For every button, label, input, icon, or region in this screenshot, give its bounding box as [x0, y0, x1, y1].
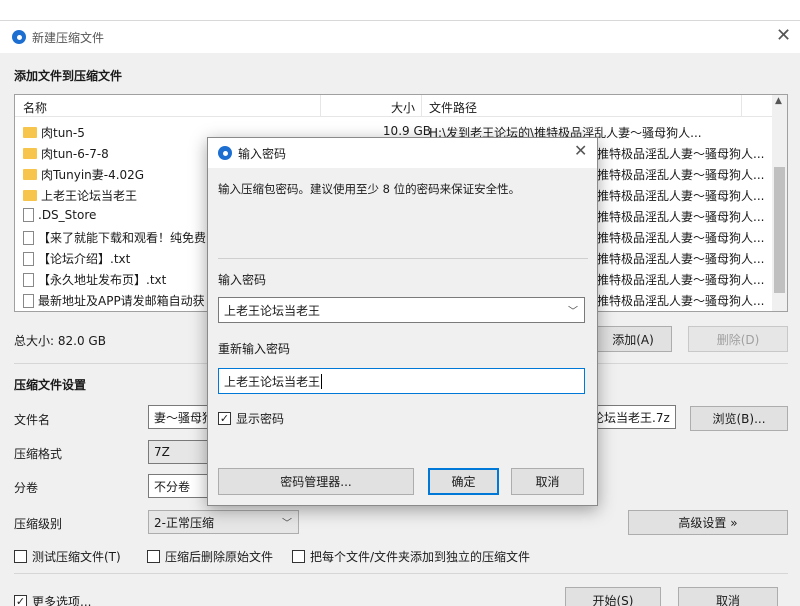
app-logo-icon: [12, 30, 26, 44]
column-size[interactable]: 大小: [391, 99, 415, 116]
dialog-description: 输入压缩包密码。建议使用至少 8 位的密码来保证安全性。: [218, 182, 521, 196]
column-path[interactable]: 文件路径: [429, 99, 477, 116]
file-list-header: 名称 大小 文件路径: [15, 95, 787, 117]
item-path: 推特极品淫乱人妻～骚母狗人...: [597, 189, 765, 203]
item-name: 肉tun-5: [41, 126, 85, 140]
close-icon[interactable]: ✕: [574, 141, 587, 160]
checkbox-box: [292, 550, 305, 563]
password-value: 上老王论坛当老王: [224, 303, 321, 318]
item-name: 【论坛介绍】.txt: [38, 252, 131, 266]
format-label: 压缩格式: [14, 447, 63, 461]
password-input[interactable]: 上老王论坛当老王 ﹀: [218, 297, 585, 323]
level-label: 压缩级别: [14, 517, 63, 531]
level-value: 2-正常压缩: [154, 515, 214, 530]
test-archive-checkbox[interactable]: 测试压缩文件(T): [14, 548, 121, 565]
column-divider: [421, 95, 422, 117]
scroll-up-icon[interactable]: ▲: [775, 96, 782, 106]
dialog-title: 输入密码: [238, 147, 287, 161]
split-label: 分卷: [14, 481, 39, 495]
split-select[interactable]: 不分卷: [148, 474, 208, 498]
title-bar: 新建压缩文件 ✕: [0, 21, 800, 53]
confirm-password-input[interactable]: 上老王论坛当老王: [218, 368, 585, 394]
item-path: 推特极品淫乱人妻～骚母狗人...: [597, 294, 765, 308]
checkbox-label: 测试压缩文件(T): [32, 550, 121, 564]
chevron-down-icon[interactable]: ﹀: [568, 303, 578, 318]
filename-input-tail[interactable]: 论坛当老王.7z: [590, 405, 676, 429]
show-password-checkbox[interactable]: ✓ 显示密码: [218, 410, 284, 427]
item-path: 推特极品淫乱人妻～骚母狗人...: [597, 147, 765, 161]
password-label: 输入密码: [218, 273, 267, 287]
password-manager-button[interactable]: 密码管理器...: [218, 468, 414, 495]
folder-icon: [23, 127, 37, 138]
advanced-settings-button[interactable]: 高级设置 »: [628, 510, 788, 535]
delete-after-checkbox[interactable]: 压缩后删除原始文件: [147, 548, 273, 565]
separate-archives-checkbox[interactable]: 把每个文件/文件夹添加到独立的压缩文件: [292, 548, 530, 565]
item-path: 推特极品淫乱人妻～骚母狗人...: [597, 168, 765, 182]
chevron-down-icon: ﹀: [282, 518, 292, 530]
item-size: 10.9 GB: [382, 124, 431, 138]
more-options-checkbox[interactable]: ✓ 更多选项...: [14, 593, 91, 606]
folder-icon: [23, 169, 37, 180]
app-logo-icon: [218, 146, 232, 160]
add-files-section-title: 添加文件到压缩文件: [14, 69, 123, 83]
column-divider: [320, 95, 321, 117]
checkbox-label: 把每个文件/文件夹添加到独立的压缩文件: [310, 550, 531, 564]
divider: [14, 573, 788, 574]
ok-button[interactable]: 确定: [428, 468, 499, 495]
checkbox-label: 更多选项...: [32, 595, 92, 606]
divider: [218, 258, 588, 259]
file-icon: [23, 272, 34, 287]
level-select[interactable]: 2-正常压缩 ﹀: [148, 510, 299, 534]
checkbox-label: 显示密码: [236, 412, 285, 426]
scroll-thumb[interactable]: [774, 167, 785, 293]
item-name: 肉tun-6-7-8: [41, 147, 109, 161]
checkbox-box: [147, 550, 160, 563]
checkbox-label: 压缩后删除原始文件: [165, 550, 274, 564]
dialog-title-bar: 输入密码 ✕: [208, 138, 597, 168]
check-icon: ✓: [14, 595, 27, 606]
file-icon: [23, 230, 34, 245]
item-name: 上老王论坛当老王: [41, 189, 138, 203]
item-name: 肉Tunyin妻-4.02G: [41, 168, 145, 182]
add-button[interactable]: 添加(A): [594, 326, 672, 352]
window-title: 新建压缩文件: [32, 31, 105, 45]
text-cursor: [321, 373, 323, 389]
browse-button[interactable]: 浏览(B)...: [690, 406, 788, 431]
file-icon: [23, 293, 34, 308]
filename-label: 文件名: [14, 413, 51, 427]
item-name: 最新地址及APP请发邮箱自动获: [38, 294, 205, 308]
item-name: .DS_Store: [38, 208, 97, 222]
item-name: 【永久地址发布页】.txt: [38, 273, 167, 287]
checkbox-box: [14, 550, 27, 563]
settings-section-title: 压缩文件设置: [14, 378, 87, 392]
item-path: 推特极品淫乱人妻～骚母狗人...: [597, 273, 765, 287]
column-name[interactable]: 名称: [23, 99, 47, 116]
file-icon: [23, 208, 34, 222]
item-path: 推特极品淫乱人妻～骚母狗人...: [597, 210, 765, 224]
dialog-cancel-button[interactable]: 取消: [511, 468, 584, 495]
password-dialog: 输入密码 ✕ 输入压缩包密码。建议使用至少 8 位的密码来保证安全性。 输入密码…: [207, 137, 598, 506]
start-button[interactable]: 开始(S): [565, 587, 661, 606]
check-icon: ✓: [218, 412, 231, 425]
delete-button[interactable]: 删除(D): [688, 326, 788, 352]
item-path: 推特极品淫乱人妻～骚母狗人...: [597, 231, 765, 245]
confirm-password-value: 上老王论坛当老王: [224, 374, 321, 389]
total-size: 总大小: 82.0 GB: [14, 334, 106, 348]
folder-icon: [23, 190, 37, 201]
filename-input[interactable]: 妻～骚母狗: [148, 405, 208, 429]
column-divider: [741, 95, 742, 117]
confirm-password-label: 重新输入密码: [218, 342, 291, 356]
item-name: 【来了就能下载和观看！纯免费: [38, 231, 207, 245]
cancel-button[interactable]: 取消: [678, 587, 778, 606]
format-select[interactable]: 7Z: [148, 440, 208, 464]
item-path: 推特极品淫乱人妻～骚母狗人...: [597, 252, 765, 266]
file-icon: [23, 251, 34, 266]
folder-icon: [23, 148, 37, 159]
close-icon[interactable]: ✕: [776, 25, 791, 46]
list-scrollbar[interactable]: ▲: [772, 95, 787, 311]
